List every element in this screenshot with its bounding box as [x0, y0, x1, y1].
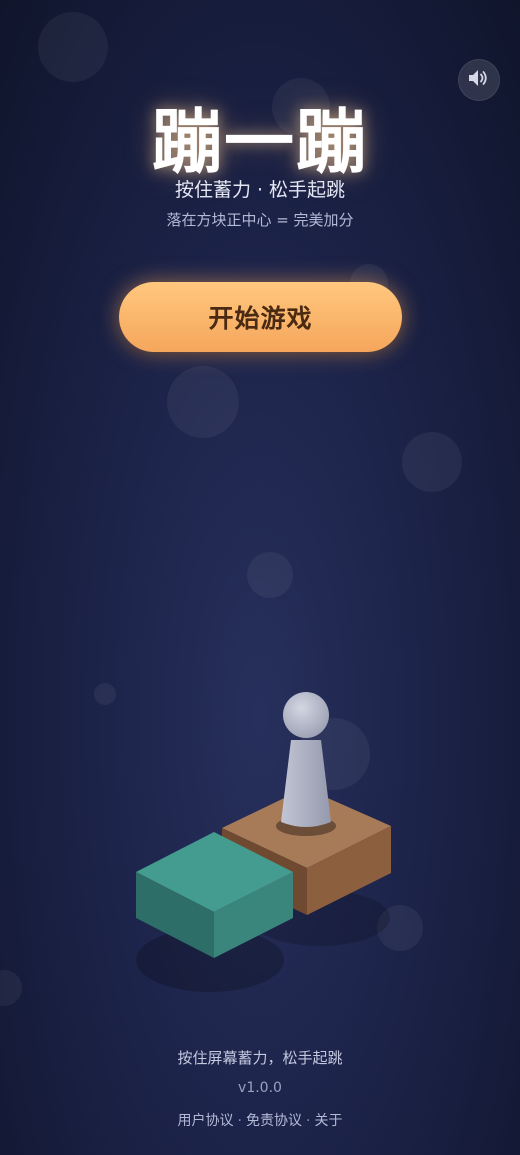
link-separator: ·	[306, 1113, 311, 1129]
player-pawn	[276, 692, 336, 836]
about-link[interactable]: 关于	[314, 1113, 342, 1129]
game-scene[interactable]	[0, 0, 520, 1155]
control-hint: 按住屏幕蓄力，松手起跳	[177, 1049, 343, 1067]
version-label: v1.0.0	[238, 1080, 282, 1096]
user-agreement-link[interactable]: 用户协议	[178, 1113, 234, 1129]
footer-links: 用户协议 · 免责协议 · 关于	[0, 1110, 520, 1130]
link-separator: ·	[237, 1113, 242, 1129]
disclaimer-link[interactable]: 免责协议	[246, 1113, 302, 1129]
